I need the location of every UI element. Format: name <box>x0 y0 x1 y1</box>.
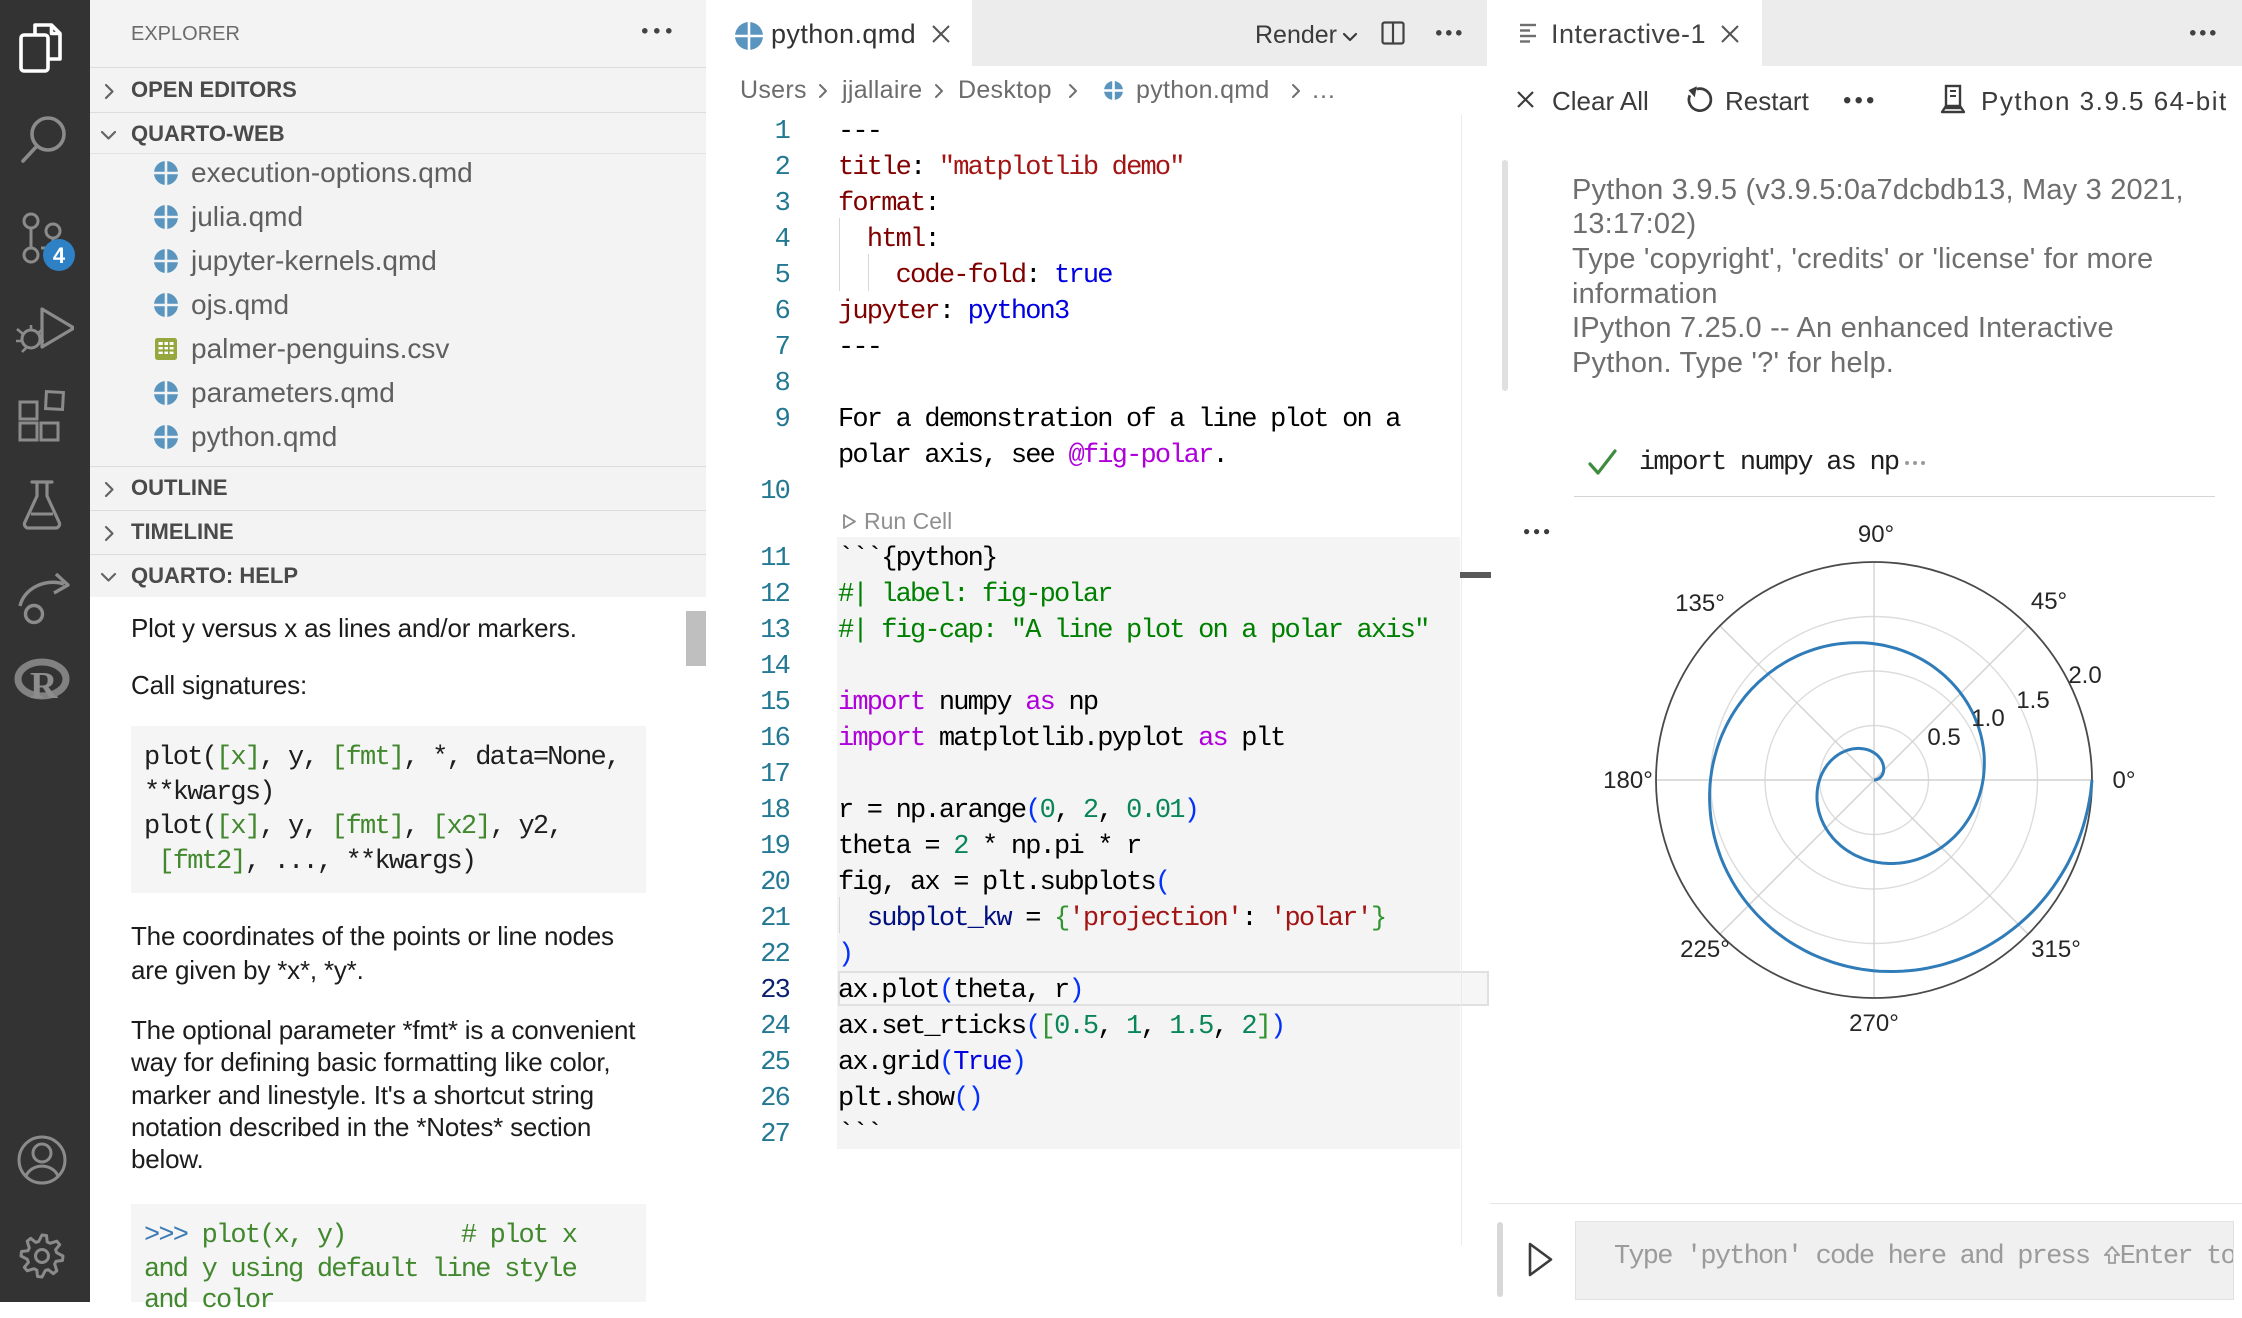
svg-text:45°: 45° <box>2031 588 2067 615</box>
svg-text:225°: 225° <box>1680 936 1730 963</box>
svg-text:0°: 0° <box>2113 767 2136 794</box>
svg-text:4: 4 <box>53 243 66 268</box>
svg-text:R: R <box>30 665 58 704</box>
svg-text:2.0: 2.0 <box>2068 662 2101 689</box>
svg-text:1.0: 1.0 <box>1971 705 2004 732</box>
svg-text:90°: 90° <box>1858 521 1894 548</box>
svg-text:270°: 270° <box>1849 1010 1899 1037</box>
svg-text:315°: 315° <box>2031 936 2081 963</box>
svg-text:135°: 135° <box>1675 590 1725 617</box>
svg-text:0.5: 0.5 <box>1927 724 1960 751</box>
svg-text:180°: 180° <box>1603 767 1653 794</box>
svg-text:1.5: 1.5 <box>2016 687 2049 714</box>
